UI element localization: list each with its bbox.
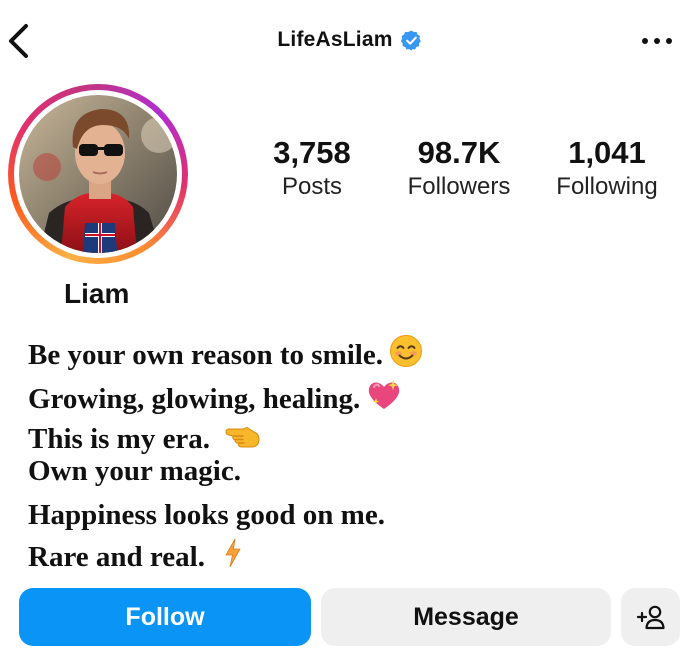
bio-line: Own your magic. <box>28 455 241 488</box>
avatar-photo <box>19 95 177 253</box>
more-dot <box>654 38 660 44</box>
bio-text: This is my era. <box>28 422 211 455</box>
stat-followers[interactable]: 98.7K Followers <box>398 136 520 202</box>
bio-line: Growing, glowing, healing. 💖 <box>28 378 402 420</box>
following-count: 1,041 <box>568 135 646 170</box>
add-person-icon <box>636 605 665 630</box>
bio-line: Be your own reason to smile. 😊 <box>28 334 423 376</box>
suggested-users-button[interactable] <box>621 588 680 646</box>
bio-line: Rare and real. ⚡ <box>28 538 243 576</box>
bio-text: Own your magic. <box>28 455 241 487</box>
more-dot <box>666 38 672 44</box>
verified-badge-icon <box>400 29 421 51</box>
more-options-button[interactable] <box>642 30 672 52</box>
sparkling-heart-icon <box>366 378 402 420</box>
followers-count: 98.7K <box>417 135 501 170</box>
message-button[interactable]: Message <box>321 588 611 646</box>
bio-text: Happiness looks good on me. <box>28 499 385 531</box>
bio-text: Be your own reason to smile. <box>28 338 383 371</box>
bio-text: Rare and real. <box>28 540 205 573</box>
follow-button[interactable]: Follow <box>19 588 311 646</box>
lightning-icon <box>223 538 243 576</box>
story-ring[interactable] <box>8 84 188 264</box>
smiling-face-icon <box>389 334 423 376</box>
stat-posts[interactable]: 3,758 Posts <box>262 136 362 202</box>
more-horizontal-icon <box>642 38 648 44</box>
stat-following[interactable]: 1,041 Following <box>546 136 668 202</box>
bio-line: This is my era. 👈 <box>28 419 262 459</box>
posts-label: Posts <box>281 173 343 200</box>
following-label: Following <box>556 173 658 200</box>
posts-count: 3,758 <box>273 135 351 170</box>
bio-text: Growing, glowing, healing. <box>28 382 361 415</box>
followers-label: Followers <box>407 173 511 200</box>
pointing-hand-icon <box>224 419 262 459</box>
bio-line: Happiness looks good on me. <box>28 499 385 532</box>
profile-header: LifeAsLiam <box>0 28 700 52</box>
username: LifeAsLiam <box>277 28 393 51</box>
display-name: Liam <box>64 278 130 309</box>
avatar <box>19 95 177 253</box>
